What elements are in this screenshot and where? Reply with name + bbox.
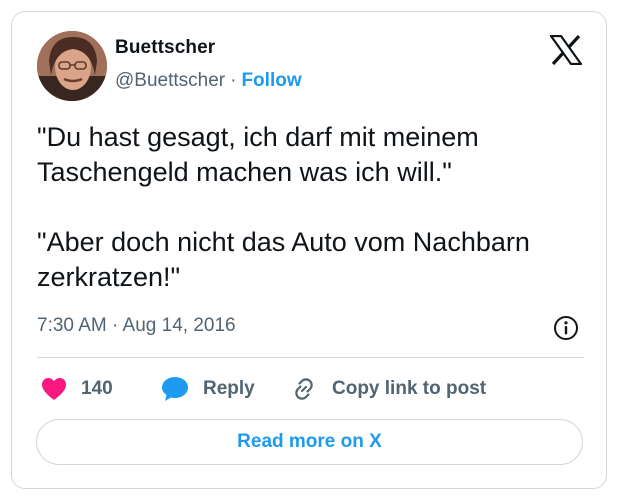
read-more-button[interactable]: Read more on X xyxy=(36,419,583,465)
copy-link-label: Copy link to post xyxy=(332,378,487,399)
like-count: 140 xyxy=(81,378,113,399)
reply-button[interactable]: Reply xyxy=(161,374,255,404)
x-logo-icon[interactable] xyxy=(549,34,583,66)
tweet-paragraph: "Aber doch nicht das Auto vom Nachbarn z… xyxy=(37,227,530,292)
tweet-paragraph: "Du hast gesagt, ich darf mit meinem Tas… xyxy=(37,122,479,187)
tweet-card: Buettscher @Buettscher · Follow "Du hast g… xyxy=(11,11,607,489)
author-handle-row: @Buettscher · Follow xyxy=(115,70,302,92)
link-icon xyxy=(295,378,313,400)
like-button[interactable]: 140 xyxy=(41,374,113,404)
avatar[interactable] xyxy=(37,31,107,101)
read-more-label: Read more on X xyxy=(237,431,382,452)
copy-link-button[interactable]: Copy link to post xyxy=(290,374,486,404)
speech-bubble-icon xyxy=(162,377,188,401)
reply-label: Reply xyxy=(203,378,255,399)
divider xyxy=(37,357,584,358)
info-icon[interactable] xyxy=(552,314,580,342)
heart-icon xyxy=(42,378,66,400)
tweet-timestamp[interactable]: 7:30 AM · Aug 14, 2016 xyxy=(37,315,236,337)
author-handle[interactable]: @Buettscher xyxy=(115,70,225,91)
follow-button[interactable]: Follow xyxy=(241,70,301,91)
separator-dot: · xyxy=(230,70,237,91)
tweet-text: "Du hast gesagt, ich darf mit meinem Tas… xyxy=(37,120,597,295)
action-bar: 140 Reply Copy link to post xyxy=(37,374,597,404)
author-name[interactable]: Buettscher xyxy=(115,37,215,59)
